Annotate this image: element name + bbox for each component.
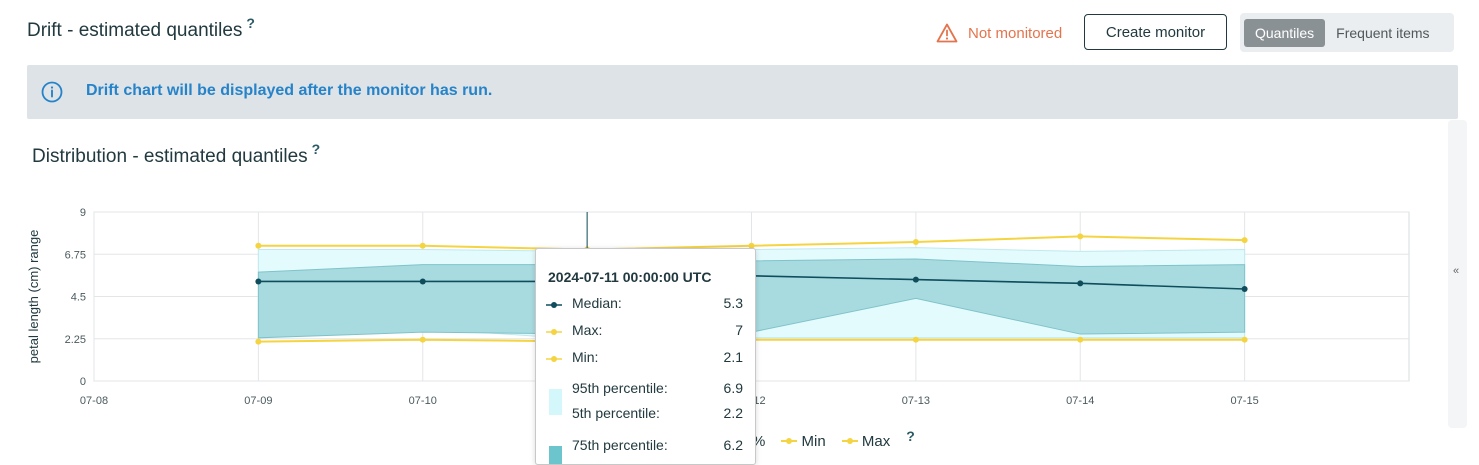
max-marker-icon [546, 329, 562, 335]
x-tick-label: 07-13 [902, 395, 930, 407]
info-banner: Drift chart will be displayed after the … [27, 65, 1458, 119]
legend-max[interactable]: Max [841, 433, 891, 450]
chart-tooltip: 2024-07-11 00:00:00 UTC Median: 5.3 Max:… [535, 248, 756, 465]
max-point [912, 239, 919, 246]
median-point [912, 276, 919, 283]
side-panel-handle[interactable]: « [1448, 120, 1467, 428]
x-tick-label: 07-10 [409, 395, 437, 407]
tooltip-row-max: Max: 7 [536, 322, 755, 342]
monitor-status-text: Not monitored [968, 24, 1063, 42]
info-icon [41, 81, 63, 103]
x-tick-label: 07-09 [244, 395, 272, 407]
legend-min-label: Min [801, 433, 826, 450]
tooltip-row-p95: 95th percentile: 6.9 [536, 380, 755, 400]
median-point [419, 278, 426, 285]
tooltip-value: 2.1 [723, 349, 743, 365]
warning-icon [936, 23, 958, 43]
min-point [419, 336, 426, 343]
collapse-icon[interactable]: « [1453, 265, 1459, 277]
min-point [1077, 336, 1084, 343]
min-point [255, 338, 262, 345]
min-point [912, 336, 919, 343]
max-point [1077, 233, 1084, 240]
y-tick-label: 6.75 [65, 249, 86, 261]
tooltip-label: 95th percentile: [572, 380, 668, 396]
tooltip-row-p75: 75th percentile: 6.2 [536, 437, 755, 457]
tab-quantiles[interactable]: Quantiles [1244, 18, 1326, 47]
y-tick-label: 9 [80, 207, 86, 219]
tooltip-row-p5: 5th percentile: 2.2 [536, 405, 755, 425]
tooltip-title: 2024-07-11 00:00:00 UTC [548, 269, 712, 285]
distribution-title-text: Distribution - estimated quantiles [32, 146, 308, 167]
x-tick-label: 07-14 [1066, 395, 1094, 407]
drift-title-text: Drift - estimated quantiles [27, 20, 243, 41]
info-banner-text: Drift chart will be displayed after the … [86, 82, 493, 99]
tooltip-value: 7 [735, 322, 743, 338]
legend-max-label: Max [861, 433, 891, 450]
legend-max-marker-icon [841, 438, 858, 444]
tooltip-label: 5th percentile: [572, 405, 660, 421]
tooltip-label: Median: [572, 295, 622, 311]
tooltip-value: 6.9 [723, 380, 743, 396]
tooltip-label: Min: [572, 349, 599, 365]
median-point [255, 278, 262, 285]
x-tick-label: 07-08 [80, 395, 108, 407]
create-monitor-button[interactable]: Create monitor [1084, 14, 1227, 50]
tooltip-label: Max: [572, 322, 603, 338]
legend-min-marker-icon [781, 438, 798, 444]
legend-min[interactable]: Min [781, 433, 826, 450]
min-point [1241, 336, 1248, 343]
tooltip-label: 75th percentile: [572, 437, 668, 453]
distribution-section-title: Distribution - estimated quantiles? [32, 141, 320, 168]
tooltip-row-median: Median: 5.3 [536, 295, 755, 315]
median-marker-icon [546, 302, 562, 308]
monitor-status: Not monitored [936, 21, 1062, 45]
min-marker-icon [546, 356, 562, 362]
tooltip-value: 5.3 [723, 295, 743, 311]
max-point [419, 242, 426, 249]
y-tick-label: 4.5 [71, 292, 86, 304]
max-point [1241, 237, 1248, 244]
x-tick-label: 07-15 [1231, 395, 1259, 407]
distribution-help-icon[interactable]: ? [312, 141, 321, 157]
max-point [255, 242, 262, 249]
tab-frequent-items[interactable]: Frequent items [1325, 19, 1440, 47]
median-point [1241, 285, 1248, 292]
y-axis-label: petal length (cm) range [26, 230, 41, 364]
y-tick-label: 2.25 [65, 334, 86, 346]
tooltip-value: 2.2 [723, 405, 743, 421]
drift-help-icon[interactable]: ? [246, 15, 255, 31]
chart-mode-toggle: Quantiles Frequent items [1240, 13, 1454, 52]
drift-section-title: Drift - estimated quantiles? [27, 15, 255, 42]
y-tick-label: 0 [80, 376, 86, 388]
tooltip-value: 6.2 [723, 437, 743, 453]
median-point [1077, 280, 1084, 287]
legend-help-icon[interactable]: ? [906, 428, 915, 444]
chart-legend: % Min Max ? [752, 428, 915, 451]
tooltip-row-min: Min: 2.1 [536, 349, 755, 369]
